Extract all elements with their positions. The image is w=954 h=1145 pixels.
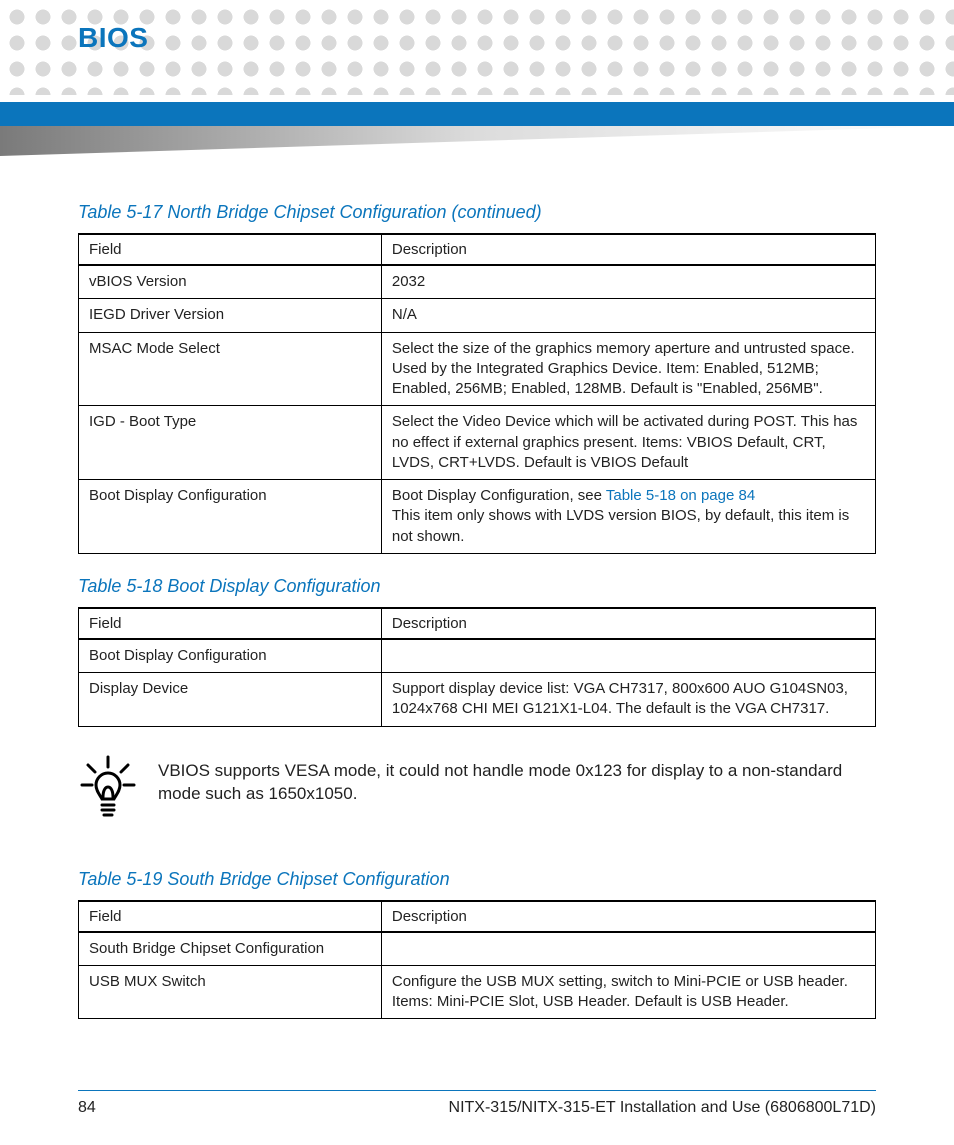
page-number: 84 bbox=[78, 1099, 96, 1117]
table-caption-5-17: Table 5-17 North Bridge Chipset Configur… bbox=[78, 202, 876, 223]
cell-field: USB MUX Switch bbox=[79, 965, 382, 1019]
header-shadow bbox=[0, 126, 954, 156]
cell-desc: 2032 bbox=[381, 265, 875, 299]
table-row: vBIOS Version 2032 bbox=[79, 265, 876, 299]
col-header-field: Field bbox=[79, 234, 382, 265]
cell-field: Boot Display Configuration bbox=[79, 480, 382, 554]
cell-field: MSAC Mode Select bbox=[79, 332, 382, 406]
col-header-description: Description bbox=[381, 608, 875, 639]
table-row: Display Device Support display device li… bbox=[79, 673, 876, 727]
cell-desc bbox=[381, 932, 875, 966]
table-row: IGD - Boot Type Select the Video Device … bbox=[79, 406, 876, 480]
col-header-field: Field bbox=[79, 608, 382, 639]
lightbulb-icon bbox=[78, 755, 138, 829]
tip-text: VBIOS supports VESA mode, it could not h… bbox=[158, 755, 876, 807]
cell-field: Boot Display Configuration bbox=[79, 639, 382, 673]
cell-desc: Select the size of the graphics memory a… bbox=[381, 332, 875, 406]
cell-desc: Support display device list: VGA CH7317,… bbox=[381, 673, 875, 727]
cell-desc: N/A bbox=[381, 299, 875, 332]
table-row: Boot Display Configuration Boot Display … bbox=[79, 480, 876, 554]
desc-text-pre: Boot Display Configuration, see bbox=[392, 487, 606, 504]
cell-field: Display Device bbox=[79, 673, 382, 727]
cross-ref-link[interactable]: Table 5-18 on page 84 bbox=[606, 487, 755, 504]
cell-desc: Configure the USB MUX setting, switch to… bbox=[381, 965, 875, 1019]
doc-title-footer: NITX-315/NITX-315-ET Installation and Us… bbox=[449, 1099, 876, 1117]
section-title: BIOS bbox=[0, 0, 954, 54]
table-5-18: Field Description Boot Display Configura… bbox=[78, 607, 876, 727]
tip-note: VBIOS supports VESA mode, it could not h… bbox=[78, 755, 876, 829]
cell-field: vBIOS Version bbox=[79, 265, 382, 299]
page-header: BIOS bbox=[0, 0, 954, 170]
table-row: USB MUX Switch Configure the USB MUX set… bbox=[79, 965, 876, 1019]
cell-field: IGD - Boot Type bbox=[79, 406, 382, 480]
cell-desc bbox=[381, 639, 875, 673]
table-row: IEGD Driver Version N/A bbox=[79, 299, 876, 332]
cell-field: IEGD Driver Version bbox=[79, 299, 382, 332]
table-row: MSAC Mode Select Select the size of the … bbox=[79, 332, 876, 406]
table-5-17: Field Description vBIOS Version 2032 IEG… bbox=[78, 233, 876, 554]
page-content: Table 5-17 North Bridge Chipset Configur… bbox=[0, 170, 954, 1049]
col-header-description: Description bbox=[381, 901, 875, 932]
table-5-19: Field Description South Bridge Chipset C… bbox=[78, 900, 876, 1020]
cell-desc: Boot Display Configuration, see Table 5-… bbox=[381, 480, 875, 554]
col-header-description: Description bbox=[381, 234, 875, 265]
col-header-field: Field bbox=[79, 901, 382, 932]
table-caption-5-19: Table 5-19 South Bridge Chipset Configur… bbox=[78, 869, 876, 890]
cell-field: South Bridge Chipset Configuration bbox=[79, 932, 382, 966]
table-caption-5-18: Table 5-18 Boot Display Configuration bbox=[78, 576, 876, 597]
header-blue-bar bbox=[0, 102, 954, 126]
cell-desc: Select the Video Device which will be ac… bbox=[381, 406, 875, 480]
page-footer: 84 NITX-315/NITX-315-ET Installation and… bbox=[78, 1090, 876, 1117]
desc-text-post: This item only shows with LVDS version B… bbox=[392, 507, 849, 544]
table-row: Boot Display Configuration bbox=[79, 639, 876, 673]
table-row: South Bridge Chipset Configuration bbox=[79, 932, 876, 966]
